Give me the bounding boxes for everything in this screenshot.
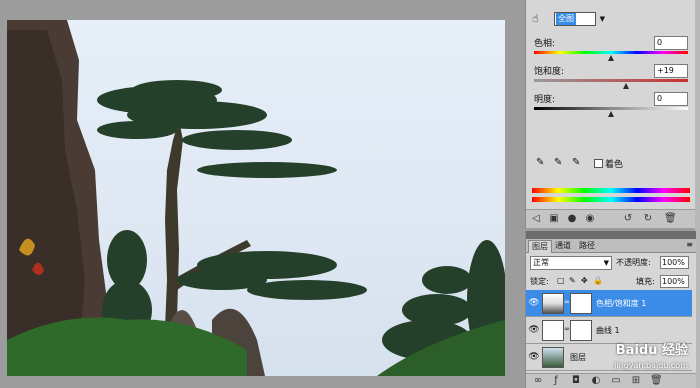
document-canvas[interactable] [7, 20, 505, 376]
back-arrow-icon[interactable]: ◁ [530, 213, 542, 225]
layers-footer: ∞ ƒ ◘ ◐ ▭ ⊞ 🗑 [526, 373, 696, 388]
new-layer-icon[interactable]: ⊞ [630, 375, 642, 387]
new-adjustment-icon[interactable]: ◐ [590, 375, 602, 387]
watermark-logo: Baidu 经验 [615, 343, 688, 358]
eye-icon[interactable]: 👁 [528, 351, 540, 363]
eyedropper-icon[interactable]: ✎ [536, 157, 544, 168]
input-spectrum-bar [532, 188, 690, 193]
lock-move-icon[interactable]: ✥ [581, 276, 588, 285]
hue-slider-track[interactable] [534, 51, 688, 54]
eye-icon[interactable]: 👁 [528, 297, 540, 309]
watermark-url: jingyan.baidu.com [614, 361, 688, 370]
view-previous-icon[interactable]: ↺ [622, 213, 634, 225]
reset-icon[interactable]: ↻ [642, 213, 654, 225]
fx-icon[interactable]: ƒ [550, 375, 562, 387]
delete-layer-icon[interactable]: 🗑 [650, 375, 663, 387]
lightness-slider-track[interactable] [534, 107, 688, 110]
layer-name[interactable]: 图层 [570, 352, 586, 363]
hand-adjust-icon[interactable]: ☝ [532, 12, 539, 25]
adjustment-thumbnail [542, 293, 564, 314]
lightness-label: 明度: [534, 95, 556, 105]
saturation-label: 饱和度: [534, 67, 565, 77]
blend-mode-select[interactable]: 正常 ▼ [530, 256, 612, 270]
lock-paint-icon[interactable]: ✎ [569, 276, 576, 285]
image-thumbnail [542, 347, 564, 368]
chevron-down-icon: ▼ [603, 259, 609, 267]
saturation-slider-track[interactable] [534, 79, 688, 82]
mask-thumbnail[interactable] [570, 293, 592, 314]
chain-link-icon: ∞ [564, 325, 570, 333]
fill-input[interactable]: 100% [660, 275, 689, 288]
eye-icon[interactable]: 👁 [528, 324, 540, 336]
photo-pine-tree [7, 20, 505, 376]
eyedropper-plus-icon[interactable]: ✎ [554, 157, 562, 168]
tab-channels[interactable]: 通道 [552, 240, 574, 252]
blend-mode-value: 正常 [533, 258, 549, 267]
chevron-down-icon: ▼ [599, 15, 605, 23]
channel-select[interactable]: 全图 ▼ [554, 12, 605, 26]
hue-slider-thumb[interactable] [608, 55, 614, 61]
hue-saturation-panel: ☝ 全图 ▼ 色相: 0 饱和度: +19 明度: 0 ✎ ✎ ✎ 着色 ◁ ▣… [525, 0, 696, 228]
fill-label: 填充: [636, 277, 655, 286]
opacity-input[interactable]: 100% [660, 256, 689, 269]
saturation-slider-thumb[interactable] [623, 83, 630, 89]
tab-paths[interactable]: 路径 [576, 240, 598, 252]
add-mask-icon[interactable]: ◘ [570, 375, 582, 387]
output-spectrum-bar [532, 197, 690, 202]
panel-menu-icon[interactable]: ≡ [686, 240, 693, 249]
layer-name[interactable]: 曲线 1 [596, 325, 620, 336]
layers-panel-titlebar [526, 231, 696, 239]
layers-tabs: 图层 通道 路径 ≡ [526, 239, 696, 253]
chain-link-icon: ∞ [564, 298, 570, 306]
colorize-label: 着色 [605, 160, 624, 170]
tab-layers[interactable]: 图层 [528, 240, 552, 253]
clip-layer-icon[interactable]: ● [566, 213, 578, 225]
saturation-value[interactable]: +19 [654, 64, 688, 78]
lock-label: 锁定: [530, 277, 549, 286]
eyedropper-minus-icon[interactable]: ✎ [572, 157, 580, 168]
lock-transparency-icon[interactable]: ▢ [557, 276, 565, 285]
colorize-checkbox[interactable] [594, 159, 603, 168]
opacity-label: 不透明度: [616, 258, 651, 267]
layer-name[interactable]: 色相/饱和度 1 [596, 298, 646, 309]
hue-value[interactable]: 0 [654, 36, 688, 50]
adjust-panel-footer: ◁ ▣ ● ◉ ↺ ↻ 🗑 [526, 209, 696, 228]
hue-label: 色相: [534, 39, 556, 49]
visibility-eye-icon[interactable]: ◉ [584, 213, 596, 225]
channel-select-value: 全图 [556, 13, 576, 25]
mask-thumbnail[interactable] [570, 320, 592, 341]
link-layers-icon[interactable]: ∞ [532, 375, 544, 387]
layer-row-hue-saturation[interactable]: 👁 ∞ 色相/饱和度 1 [526, 290, 692, 317]
trash-icon[interactable]: 🗑 [664, 213, 677, 225]
expand-view-icon[interactable]: ▣ [548, 213, 560, 225]
lock-all-icon[interactable]: 🔒 [593, 276, 603, 285]
curves-thumbnail [542, 320, 564, 341]
lightness-slider-thumb[interactable] [608, 111, 614, 117]
lightness-value[interactable]: 0 [654, 92, 688, 106]
new-group-icon[interactable]: ▭ [610, 375, 622, 387]
